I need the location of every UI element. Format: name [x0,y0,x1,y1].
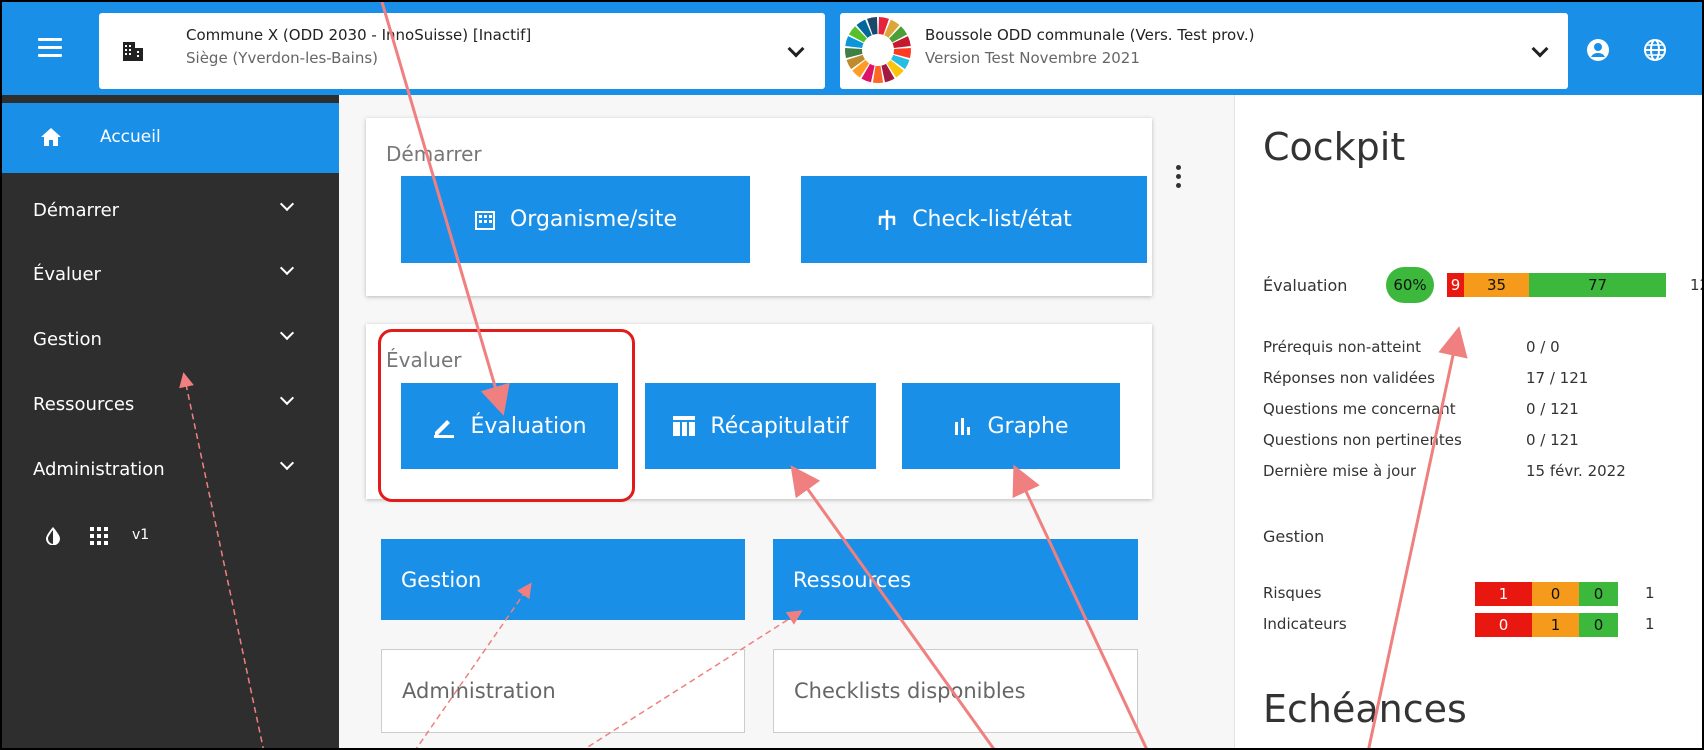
organization-title: Commune X (ODD 2030 - InnoSuisse) [Inact… [186,26,532,44]
gestion-row-label: Risques [1263,584,1322,602]
chevron-down-icon [279,196,295,212]
gestion-row-label: Indicateurs [1263,615,1347,633]
account-icon[interactable] [1586,38,1610,62]
checklist-title: Boussole ODD communale (Vers. Test prov.… [925,26,1255,44]
app-version: v1 [132,527,150,543]
sidebar-item-demarrer[interactable]: Démarrer [2,180,339,244]
echeances-title: Echéances [1263,687,1467,731]
checklist-etat-button[interactable]: Check-list/état [801,176,1147,263]
cockpit-title: Cockpit [1263,125,1406,169]
evaluation-bar-orange: 35 [1464,273,1529,297]
organisme-site-button[interactable]: Organisme/site [401,176,750,263]
theme-contrast-icon[interactable] [44,527,62,545]
home-icon [41,128,61,146]
building-icon [123,42,143,61]
risques-orange: 0 [1532,582,1579,606]
gestion-section-title: Gestion [1263,527,1325,546]
checklists-disponibles-button[interactable]: Checklists disponibles [773,649,1138,733]
stat-value: 17 / 121 [1526,369,1589,387]
evaluation-bar-green: 77 [1529,273,1666,297]
sidebar-item-home[interactable]: Accueil [2,103,339,173]
sidebar-item-evaluer[interactable]: Évaluer [2,244,339,308]
button-label: Checklists disponibles [794,679,1026,703]
checklist-version: Version Test Novembre 2021 [925,49,1140,67]
evaluation-total: 121 [1690,276,1702,294]
globe-icon[interactable] [1643,38,1667,62]
sidebar-item-gestion[interactable]: Gestion [2,309,339,373]
more-vert-icon[interactable] [1176,165,1182,191]
button-label: Graphe [987,413,1069,439]
indicateurs-orange: 1 [1532,613,1579,637]
indicateurs-total: 1 [1645,615,1655,633]
graphe-button[interactable]: Graphe [902,383,1120,469]
stat-value: 0 / 121 [1526,431,1579,449]
chevron-down-icon [279,390,295,406]
stat-value: 15 févr. 2022 [1526,462,1626,480]
risques-green: 0 [1579,582,1618,606]
stat-value: 0 / 121 [1526,400,1579,418]
chevron-down-icon[interactable] [787,40,805,58]
sidebar-item-label: Gestion [33,329,102,350]
sidebar-item-label: Démarrer [33,200,120,221]
chevron-down-icon [279,455,295,471]
evaluation-percent-badge: 60% [1386,267,1434,303]
recapitulatif-button[interactable]: Récapitulatif [645,383,876,469]
stat-label: Questions me concernant [1263,400,1456,418]
app-window: Commune X (ODD 2030 - InnoSuisse) [Inact… [0,0,1704,750]
sidebar-item-label: Administration [33,459,165,480]
sidebar-item-label: Accueil [100,127,161,147]
menu-icon[interactable] [38,38,62,57]
evaluation-label: Évaluation [1263,276,1348,295]
chevron-down-icon [279,260,295,276]
sdg-wheel-icon [845,17,911,83]
bar-chart-icon [955,418,971,435]
checklist-selector[interactable]: Boussole ODD communale (Vers. Test prov.… [840,13,1568,89]
indicateurs-red: 0 [1475,613,1532,637]
sidebar: Accueil Démarrer Évaluer Gestion Ressour… [2,95,339,748]
highlight-box [378,329,635,502]
apps-grid-icon[interactable] [90,527,108,545]
cockpit-panel: Cockpit Évaluation 60% 9 35 77 121 Prére… [1234,95,1702,748]
button-label: Administration [402,679,556,703]
table-icon [673,416,696,436]
button-label: Organisme/site [509,207,678,232]
demarrer-card: Démarrer Organisme/site Check-list/état [366,118,1152,296]
button-label: Check-list/état [912,207,1072,232]
building-icon [474,210,495,230]
sdg-wheel-segment [872,65,884,83]
administration-button[interactable]: Administration [381,649,745,733]
ressources-button[interactable]: Ressources [773,539,1138,620]
stat-label: Prérequis non-atteint [1263,338,1422,356]
risques-total: 1 [1645,584,1655,602]
button-label: Ressources [793,567,912,592]
chevron-down-icon [279,325,295,341]
sidebar-item-administration[interactable]: Administration [2,439,339,503]
chevron-down-icon[interactable] [1531,40,1549,58]
card-title: Démarrer [386,142,482,166]
evaluation-bar-red: 9 [1447,273,1464,297]
gestion-button[interactable]: Gestion [381,539,745,620]
sidebar-item-label: Évaluer [33,264,101,285]
hierarchy-icon [878,209,896,230]
stat-label: Questions non pertinentes [1263,431,1462,449]
indicateurs-green: 0 [1579,613,1618,637]
button-label: Gestion [401,567,482,592]
organization-site: Siège (Yverdon-les-Bains) [186,49,378,67]
risques-red: 1 [1475,582,1532,606]
button-label: Récapitulatif [710,413,849,439]
sidebar-item-label: Ressources [33,394,135,415]
stat-value: 0 / 0 [1526,338,1560,356]
top-app-bar: Commune X (ODD 2030 - InnoSuisse) [Inact… [2,2,1702,95]
sidebar-item-ressources[interactable]: Ressources [2,374,339,438]
organization-selector[interactable]: Commune X (ODD 2030 - InnoSuisse) [Inact… [99,13,825,89]
stat-label: Dernière mise à jour [1263,462,1416,480]
stat-label: Réponses non validées [1263,369,1435,387]
